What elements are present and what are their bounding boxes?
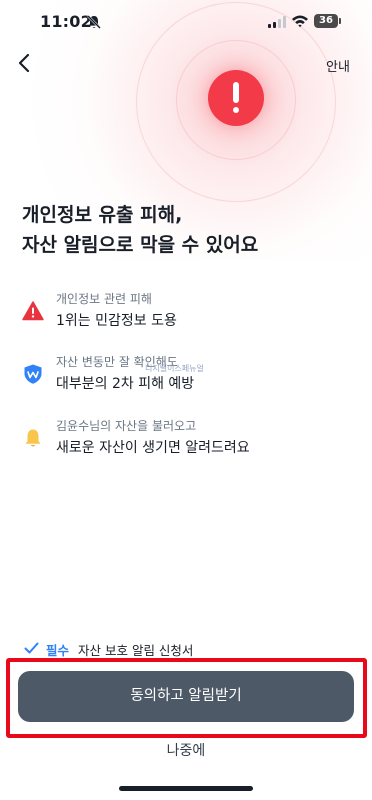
page-title-line-2: 자산 알림으로 막을 수 있어요	[22, 234, 259, 256]
battery-tip	[339, 18, 341, 24]
alert-exclamation-icon	[208, 70, 264, 126]
agree-and-notify-button[interactable]: 동의하고 알림받기	[18, 671, 354, 722]
watermark-text: 디지털이스페뉴얼	[145, 364, 204, 373]
feature-item-identity-theft: 개인정보 관련 피해 1위는 민감정보 도용	[22, 290, 352, 338]
battery-indicator: 36	[314, 14, 338, 28]
feature-main-text: 1위는 민감정보 도용	[56, 313, 177, 329]
feature-sub-text: 김윤수님의 자산을 불러오고	[56, 419, 197, 433]
checkmark-icon	[24, 642, 39, 654]
cellular-signal-icon	[268, 16, 286, 28]
status-bar: 11:02 36	[0, 0, 372, 44]
bell-muted-icon	[87, 15, 101, 29]
warning-icon	[22, 301, 44, 321]
shield-icon	[24, 364, 42, 384]
guide-button[interactable]: 안내	[326, 56, 350, 75]
feature-main-text: 대부분의 2차 피해 예방	[56, 376, 195, 392]
back-arrow-icon[interactable]	[14, 50, 36, 76]
home-indicator	[119, 786, 253, 791]
wifi-icon	[292, 15, 308, 28]
feature-sub-text: 개인정보 관련 피해	[56, 292, 152, 306]
page-title-line-1: 개인정보 유출 피해,	[22, 204, 183, 226]
later-button[interactable]: 나중에	[0, 740, 372, 760]
feature-item-asset-notification: 김윤수님의 자산을 불러오고 새로운 자산이 생기면 알려드려요	[22, 417, 352, 465]
bell-icon	[25, 429, 41, 447]
required-label: 필수	[46, 643, 70, 658]
feature-item-secondary-damage: 자산 변동만 잘 확인해도 대부분의 2차 피해 예방	[22, 353, 352, 401]
status-time: 11:02	[40, 12, 92, 31]
feature-main-text: 새로운 자산이 생기면 알려드려요	[56, 440, 250, 456]
consent-label: 자산 보호 알림 신청서	[78, 643, 194, 658]
page-title: 개인정보 유출 피해, 자산 알림으로 막을 수 있어요	[22, 200, 258, 260]
